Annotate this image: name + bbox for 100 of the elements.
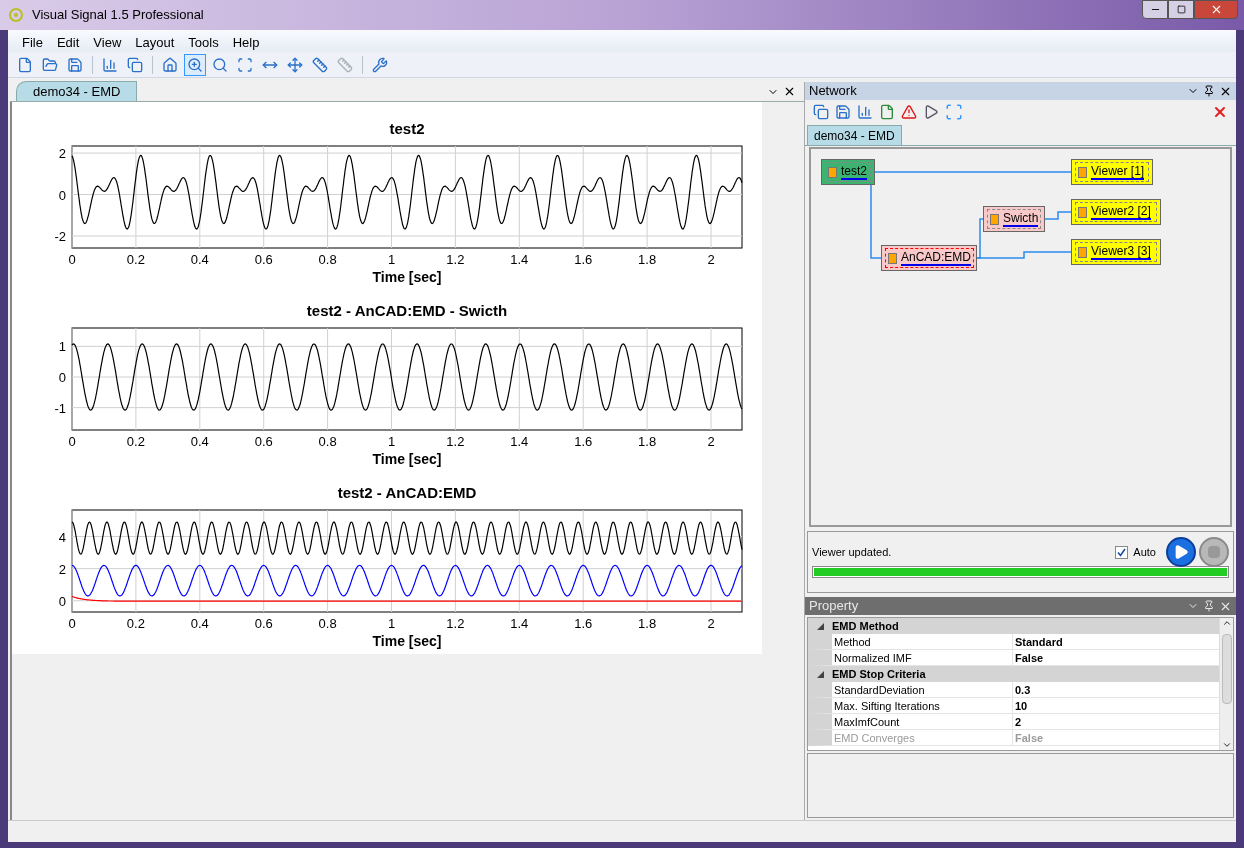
network-node[interactable]: test2 [821, 159, 875, 185]
minimize-button[interactable] [1142, 0, 1168, 19]
chart-icon[interactable] [857, 104, 873, 120]
warning-icon[interactable] [901, 104, 917, 120]
x-tick-label: 1.2 [446, 252, 465, 267]
menu-item[interactable]: File [22, 34, 43, 52]
x-tick-label: 1.8 [638, 252, 657, 267]
expand-icon[interactable] [816, 622, 824, 630]
x-tick-label: 2 [707, 252, 715, 267]
auto-checkbox[interactable] [1115, 545, 1129, 559]
x-tick-label: 1 [387, 434, 396, 449]
plot-title: test2 - AnCAD:EMD [337, 484, 477, 501]
select-box-icon[interactable] [945, 103, 963, 121]
x-tick-label: 0 [68, 252, 76, 267]
plot-title: test2 [389, 120, 425, 137]
panel-title: Network [809, 82, 858, 101]
property-name: MaxImfCount [832, 714, 1013, 729]
x-tick-label: 1.6 [574, 252, 593, 267]
x-tick-label: 0.6 [254, 434, 273, 449]
x-tick-label: 1.6 [574, 434, 593, 449]
x-tick-label: 0.2 [126, 616, 145, 631]
x-tick-label: 0.4 [190, 252, 209, 267]
x-tick-label: 0.2 [126, 252, 145, 267]
y-tick-label: -2 [54, 229, 66, 244]
y-tick-label: 2 [58, 146, 66, 162]
node-indicator-icon [1078, 166, 1087, 178]
node-indicator-icon [888, 252, 897, 264]
menu-item[interactable]: Edit [56, 34, 80, 52]
x-tick-label: 2 [707, 616, 715, 631]
property-value[interactable]: Standard [1013, 634, 1219, 649]
scroll-up-icon[interactable] [1221, 618, 1232, 628]
close-icon[interactable] [783, 85, 796, 98]
document-tab[interactable]: demo34 - EMD [16, 81, 138, 101]
category-row[interactable]: EMD Stop Criteria [808, 666, 1219, 682]
delete-icon[interactable] [1212, 104, 1228, 120]
node-label: Viewer3 [3] [1091, 244, 1151, 260]
plot-title: test2 - AnCAD:EMD - Swicth [306, 302, 508, 319]
category-name: EMD Method [832, 618, 899, 634]
x-tick-label: 0.8 [318, 434, 337, 449]
play-button[interactable] [1166, 537, 1196, 567]
scroll-down-icon[interactable] [1221, 740, 1232, 750]
property-value[interactable]: 0.3 [1013, 682, 1219, 697]
x-tick-label: 0 [68, 434, 76, 449]
y-tick-label: 2 [58, 561, 66, 577]
scrollbar[interactable] [1219, 618, 1233, 750]
menu-item[interactable]: View [93, 34, 122, 52]
property-value[interactable]: 10 [1013, 698, 1219, 713]
network-node[interactable]: Swicth [983, 206, 1045, 232]
menu-item[interactable]: Tools [188, 34, 219, 52]
x-axis-label: Time [sec] [372, 633, 442, 649]
run-icon[interactable] [923, 104, 939, 120]
property-name: StandardDeviation [832, 682, 1013, 697]
x-tick-label: 1.2 [446, 616, 465, 631]
x-tick-label: 1.6 [574, 616, 593, 631]
x-tick-label: 0.4 [190, 434, 209, 449]
category-name: EMD Stop Criteria [832, 666, 926, 682]
y-tick-label: 1 [58, 339, 66, 355]
property-value[interactable]: False [1013, 650, 1219, 665]
x-tick-label: 0 [68, 616, 76, 631]
x-tick-label: 1.4 [510, 616, 529, 631]
x-tick-label: 1.8 [638, 616, 657, 631]
network-node[interactable]: Viewer3 [3] [1071, 239, 1161, 265]
y-tick-label: 0 [58, 187, 66, 203]
property-name: Method [832, 634, 1013, 649]
category-row[interactable]: EMD Method [808, 618, 1219, 634]
x-tick-label: 1.4 [510, 434, 529, 449]
x-tick-label: 0.6 [254, 616, 273, 631]
y-tick-label: 0 [58, 370, 66, 385]
node-indicator-icon [1078, 206, 1087, 218]
property-name: Max. Sifting Iterations [832, 698, 1013, 713]
x-tick-label: 1.2 [446, 434, 465, 449]
x-tick-label: 2 [707, 434, 715, 449]
node-indicator-icon [828, 166, 837, 178]
node-label: Viewer [1] [1091, 164, 1145, 180]
menu-item[interactable]: Layout [135, 34, 175, 52]
pin-icon[interactable] [1203, 85, 1215, 97]
x-tick-label: 0.4 [190, 616, 209, 631]
menu-item[interactable]: Help [232, 34, 260, 52]
status-message: Viewer updated. [812, 544, 893, 560]
stop-icon [1208, 546, 1220, 558]
property-value[interactable]: 2 [1013, 714, 1219, 729]
y-tick-label: 4 [58, 529, 66, 545]
network-tab[interactable]: demo34 - EMD [807, 125, 902, 145]
y-tick-label: -1 [54, 400, 66, 416]
maximize-button[interactable] [1168, 0, 1194, 19]
network-node[interactable]: Viewer [1] [1071, 159, 1153, 185]
x-tick-label: 1.4 [510, 252, 529, 267]
expand-icon[interactable] [816, 670, 824, 678]
close-button[interactable] [1194, 0, 1238, 19]
x-tick-label: 0.2 [126, 434, 145, 449]
node-label: Swicth [1003, 211, 1039, 227]
x-tick-label: 0.8 [318, 252, 337, 267]
node-indicator-icon [990, 213, 999, 225]
app-logo-icon [8, 7, 24, 23]
property-name: Normalized IMF [832, 650, 1013, 665]
network-node[interactable]: AnCAD:EMD [881, 245, 977, 271]
x-tick-label: 1.8 [638, 434, 657, 449]
network-node[interactable]: Viewer2 [2] [1071, 199, 1161, 225]
check-icon [1117, 547, 1127, 557]
connection-line [1044, 211, 1072, 220]
